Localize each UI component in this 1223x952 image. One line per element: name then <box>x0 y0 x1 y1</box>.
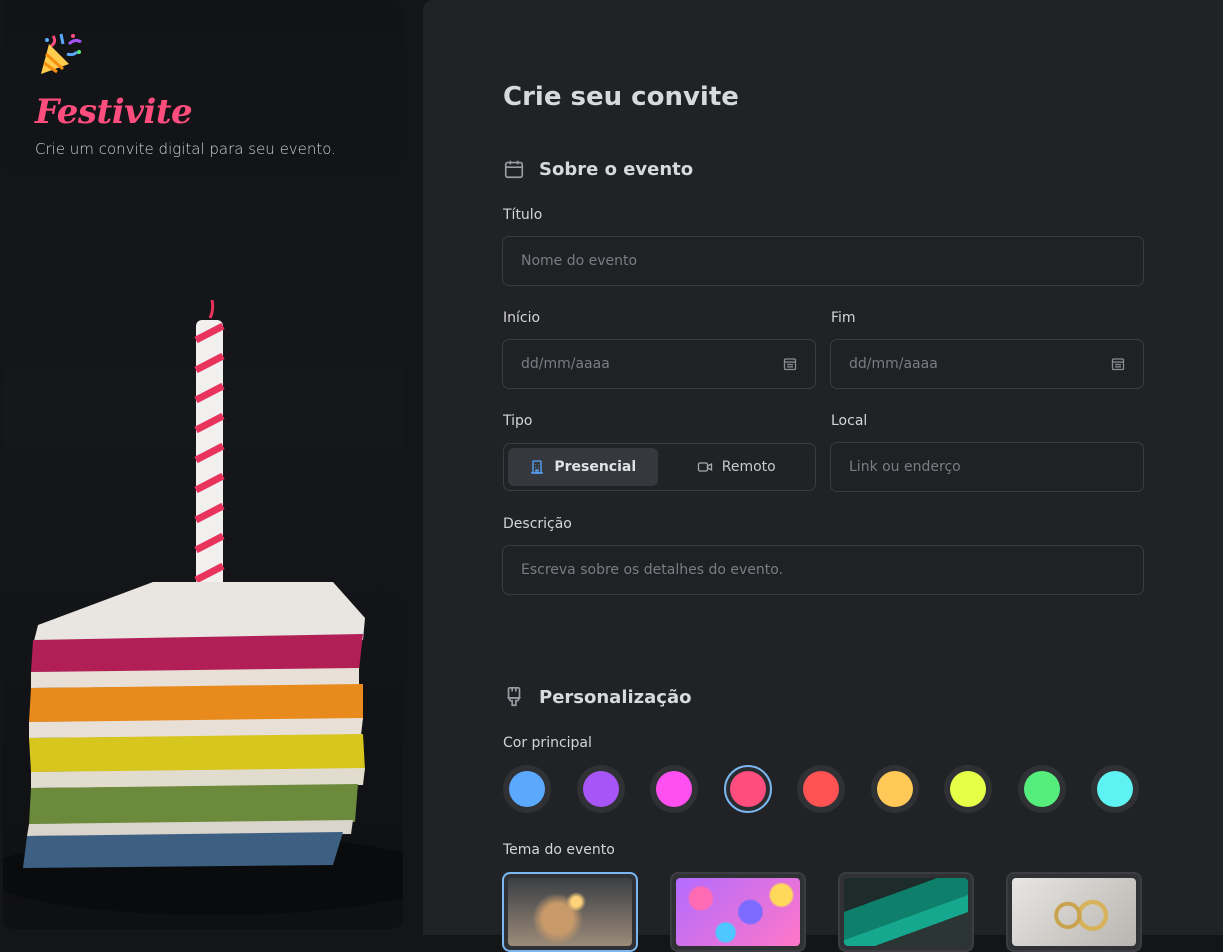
color-swatch-dot <box>950 771 986 807</box>
color-swatch-dot <box>656 771 692 807</box>
color-swatch-dot <box>1023 771 1060 807</box>
color-swatch[interactable] <box>797 765 845 813</box>
tipo-option-presencial[interactable]: Presencial <box>508 448 658 486</box>
inicio-label: Início <box>503 310 541 326</box>
inicio-placeholder: dd/mm/aaaa <box>521 356 610 372</box>
color-swatch[interactable] <box>650 765 698 813</box>
color-swatch[interactable] <box>1091 765 1139 813</box>
color-label: Cor principal <box>503 735 592 751</box>
paintbrush-icon <box>506 687 522 707</box>
tipo-segmented-control: Presencial Remoto <box>503 443 816 491</box>
titulo-label: Título <box>503 207 543 223</box>
theme-option-birthday[interactable] <box>502 872 638 952</box>
section-custom-title: Personalização <box>539 686 692 708</box>
local-label: Local <box>831 413 868 429</box>
tipo-label: Tipo <box>503 413 533 429</box>
building-icon <box>531 460 544 474</box>
fim-placeholder: dd/mm/aaaa <box>849 356 938 372</box>
descricao-label: Descrição <box>503 516 572 532</box>
brand-name: Festivite <box>35 92 193 132</box>
color-swatch-list <box>503 765 1139 813</box>
tipo-option-remoto[interactable]: Remoto <box>662 448 812 486</box>
fim-label: Fim <box>831 310 856 326</box>
color-swatch[interactable] <box>503 765 551 813</box>
video-camera-icon <box>697 462 712 472</box>
page-title: Crie seu convite <box>503 82 739 112</box>
theme-option-graduation[interactable] <box>838 872 974 952</box>
invite-form-panel: Crie seu convite Sobre o evento Título N… <box>423 0 1223 952</box>
color-swatch[interactable] <box>944 765 992 813</box>
color-swatch[interactable] <box>1017 765 1066 813</box>
tipo-option-label: Remoto <box>721 459 776 475</box>
fim-date-input[interactable]: dd/mm/aaaa <box>830 339 1144 389</box>
brand-tagline: Crie um convite digital para seu evento. <box>35 140 336 158</box>
theme-list <box>502 872 1142 952</box>
color-swatch-dot <box>876 771 913 807</box>
theme-option-wedding[interactable] <box>1006 872 1142 952</box>
hero-panel: Festivite Crie um convite digital para s… <box>3 0 403 929</box>
color-swatch[interactable] <box>723 765 772 813</box>
theme-option-party[interactable] <box>670 872 806 952</box>
titulo-input[interactable]: Nome do evento <box>502 236 1144 286</box>
color-swatch-dot <box>803 771 839 807</box>
calendar-picker-icon[interactable] <box>1111 357 1125 371</box>
theme-label: Tema do evento <box>503 842 615 858</box>
color-swatch[interactable] <box>576 765 625 813</box>
cake-photo <box>3 300 403 915</box>
calendar-picker-icon[interactable] <box>783 357 797 371</box>
wedding-theme-image <box>1012 878 1136 946</box>
party-popper-icon <box>41 33 82 74</box>
color-swatch-dot <box>582 771 619 807</box>
descricao-placeholder: Escreva sobre os detalhes do evento. <box>521 562 784 578</box>
local-placeholder: Link ou enderço <box>849 459 961 475</box>
birthday-theme-image <box>508 878 632 946</box>
section-custom-header: Personalização <box>503 686 691 708</box>
party-theme-image <box>676 878 800 946</box>
titulo-placeholder: Nome do evento <box>521 253 638 269</box>
section-about-title: Sobre o evento <box>539 158 694 180</box>
color-swatch-dot <box>509 771 545 807</box>
graduation-theme-image <box>844 878 968 946</box>
color-swatch[interactable] <box>870 765 919 813</box>
section-about-header: Sobre o evento <box>503 158 693 180</box>
local-input[interactable]: Link ou enderço <box>830 442 1144 492</box>
inicio-date-input[interactable]: dd/mm/aaaa <box>502 339 816 389</box>
color-swatch-dot <box>729 771 766 807</box>
descricao-input[interactable]: Escreva sobre os detalhes do evento. <box>502 545 1144 595</box>
tipo-option-label: Presencial <box>554 459 637 475</box>
color-swatch-dot <box>1097 771 1133 807</box>
calendar-icon <box>504 160 524 179</box>
